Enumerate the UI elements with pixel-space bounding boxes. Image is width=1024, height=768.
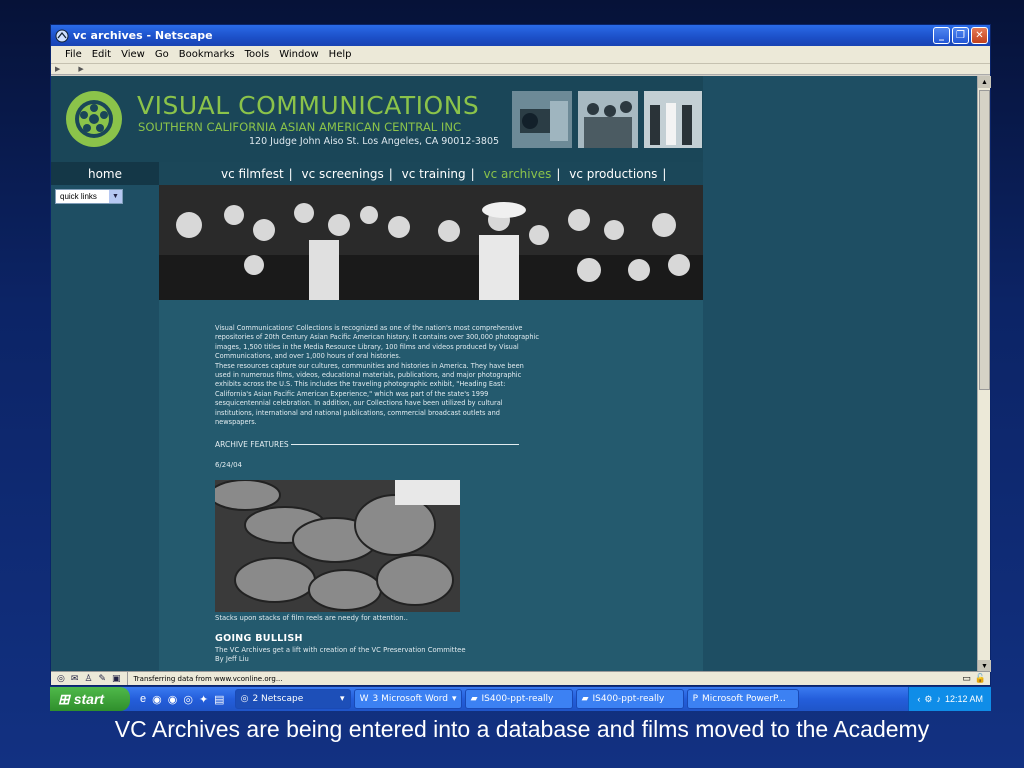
header-photo-camera xyxy=(512,91,572,148)
task-folder-1[interactable]: ▰ IS400-ppt-really xyxy=(464,689,573,709)
task-powerpoint[interactable]: P Microsoft PowerP... xyxy=(686,689,799,709)
back-arrow-icon[interactable]: ▶ xyxy=(55,65,60,73)
nav-vc-filmfest[interactable]: vc filmfest xyxy=(221,167,284,181)
web-page: VISUAL COMMUNICATIONS SOUTHERN CALIFORNI… xyxy=(51,76,703,672)
clock[interactable]: 12:12 AM xyxy=(945,694,983,704)
word-icon: W xyxy=(359,694,369,704)
menu-bar: File Edit View Go Bookmarks Tools Window… xyxy=(51,46,990,64)
browser-window: vc archives - Netscape _ ❐ ✕ File Edit V… xyxy=(50,24,991,686)
forward-arrow-icon[interactable]: ▶ xyxy=(78,65,83,73)
task-label: Microsoft PowerP... xyxy=(702,694,786,704)
story-title-link[interactable]: GOING BULLISH xyxy=(215,633,303,644)
scroll-up-icon[interactable]: ▲ xyxy=(978,76,991,88)
feature-date: 6/24/04 xyxy=(215,461,242,469)
task-netscape[interactable]: ◎ 2 Netscape ▾ xyxy=(234,689,351,709)
slide-caption: VC Archives are being entered into a dat… xyxy=(114,716,930,742)
ie-icon[interactable]: e xyxy=(140,693,146,706)
header-photo-crowd xyxy=(578,91,638,148)
title-bar[interactable]: vc archives - Netscape _ ❐ ✕ xyxy=(51,25,990,46)
windows-logo-icon: ⊞ xyxy=(58,690,70,707)
task-folder-2[interactable]: ▰ IS400-ppt-really xyxy=(575,689,684,709)
people-icon[interactable]: ♙ xyxy=(84,674,92,684)
menu-edit[interactable]: Edit xyxy=(92,49,111,60)
composer-icon[interactable]: ✎ xyxy=(98,674,106,684)
task-label: IS400-ppt-really xyxy=(592,694,665,704)
quick-links-value: quick links xyxy=(60,192,97,201)
navigation-toolbar: ▶ ▶ xyxy=(51,64,990,75)
nav-vc-archives[interactable]: vc archives xyxy=(484,167,552,181)
collections-paragraph-1: Visual Communications' Collections is re… xyxy=(215,324,539,361)
tray-expand-icon[interactable]: ‹ xyxy=(917,694,920,704)
media-player-icon[interactable]: ◉ xyxy=(168,693,178,706)
nav-home[interactable]: home xyxy=(51,162,159,185)
photo-caption: Stacks upon stacks of film reels are nee… xyxy=(215,614,408,622)
window-title: vc archives - Netscape xyxy=(73,29,213,42)
vc-logo-icon[interactable] xyxy=(65,90,123,148)
heading-rule xyxy=(290,444,519,445)
progress-icon: ▭ xyxy=(962,673,971,684)
nav-vc-screenings[interactable]: vc screenings xyxy=(302,167,384,181)
netscape-quick-icon[interactable]: ◎ xyxy=(183,693,193,706)
start-button[interactable]: ⊞ start xyxy=(50,687,130,711)
vertical-scrollbar[interactable]: ▲ ▼ xyxy=(977,76,991,672)
task-label: 3 Microsoft Word xyxy=(372,694,449,704)
header-photo-group xyxy=(644,91,702,148)
network-icon[interactable]: ✦ xyxy=(199,693,208,706)
chevron-down-icon: ▾ xyxy=(452,694,457,704)
mail-icon[interactable]: ✉ xyxy=(71,674,79,684)
story-subtitle: The VC Archives get a lift with creation… xyxy=(215,646,466,654)
folder-icon: ▰ xyxy=(581,694,589,704)
chat-icon[interactable]: ▣ xyxy=(112,674,121,684)
security-lock-icon[interactable]: 🔓 xyxy=(975,674,986,684)
quick-links-select[interactable]: quick links ▼ xyxy=(55,189,123,204)
close-button[interactable]: ✕ xyxy=(971,27,988,44)
quick-launch: e ◉ ◉ ◎ ✦ ▤ xyxy=(130,693,235,706)
menu-file[interactable]: File xyxy=(65,49,82,60)
menu-tools[interactable]: Tools xyxy=(245,49,270,60)
collections-paragraph-2: These resources capture our cultures, co… xyxy=(215,361,524,427)
outlook-icon[interactable]: ◉ xyxy=(152,693,162,706)
menu-bookmarks[interactable]: Bookmarks xyxy=(179,49,235,60)
netscape-task-icon: ◎ xyxy=(240,694,249,704)
menu-window[interactable]: Window xyxy=(279,49,318,60)
org-subtitle: SOUTHERN CALIFORNIA ASIAN AMERICAN CENTR… xyxy=(138,120,462,134)
tray-volume-icon[interactable]: ♪ xyxy=(936,694,941,704)
menu-help[interactable]: Help xyxy=(329,49,352,60)
org-name: VISUAL COMMUNICATIONS xyxy=(137,91,480,120)
restore-button[interactable]: ❐ xyxy=(952,27,969,44)
menu-view[interactable]: View xyxy=(121,49,145,60)
minimize-button[interactable]: _ xyxy=(933,27,950,44)
chevron-down-icon[interactable]: ▼ xyxy=(109,190,122,203)
film-reels-photo[interactable] xyxy=(215,480,460,612)
nav-vc-productions[interactable]: vc productions xyxy=(569,167,657,181)
story-summary: The VC Archives get a lift with creation… xyxy=(215,646,466,664)
navigator-icon[interactable]: ◎ xyxy=(57,674,65,684)
start-label: start xyxy=(73,691,105,707)
page-viewport: VISUAL COMMUNICATIONS SOUTHERN CALIFORNI… xyxy=(51,76,978,672)
task-label: IS400-ppt-really xyxy=(481,694,554,704)
features-heading-text: ARCHIVE FEATURES xyxy=(215,440,289,449)
org-address: 120 Judge John Aiso St. Los Angeles, CA … xyxy=(249,136,500,147)
desktop-icon[interactable]: ▤ xyxy=(214,693,224,706)
folder-icon: ▰ xyxy=(470,694,478,704)
task-label: 2 Netscape xyxy=(252,694,304,704)
scroll-thumb[interactable] xyxy=(979,90,990,390)
story-byline: By Jeff Liu xyxy=(215,655,249,663)
site-nav: home vc filmfest | vc screenings | vc trai… xyxy=(51,162,703,185)
collections-description: Visual Communications' Collections is re… xyxy=(215,324,541,427)
system-tray: ‹ ⚙ ♪ 12:12 AM xyxy=(908,687,991,711)
chevron-down-icon: ▾ xyxy=(340,694,345,704)
archive-features-heading: ARCHIVE FEATURES xyxy=(215,440,519,449)
powerpoint-icon: P xyxy=(692,694,699,704)
historical-group-photo xyxy=(159,185,703,300)
task-word[interactable]: W 3 Microsoft Word ▾ xyxy=(353,689,462,709)
status-text: Transferring data from www.vconline.org.… xyxy=(126,672,283,685)
status-bar: ◎ ✉ ♙ ✎ ▣ Transferring data from www.vco… xyxy=(51,671,990,685)
netscape-icon xyxy=(55,29,69,43)
windows-taskbar: ⊞ start e ◉ ◉ ◎ ✦ ▤ ◎ 2 Netscape ▾ W 3 M… xyxy=(50,687,991,711)
tray-network-icon[interactable]: ⚙ xyxy=(924,694,932,705)
site-header: VISUAL COMMUNICATIONS SOUTHERN CALIFORNI… xyxy=(51,76,703,162)
menu-go[interactable]: Go xyxy=(155,49,169,60)
nav-vc-training[interactable]: vc training xyxy=(402,167,466,181)
